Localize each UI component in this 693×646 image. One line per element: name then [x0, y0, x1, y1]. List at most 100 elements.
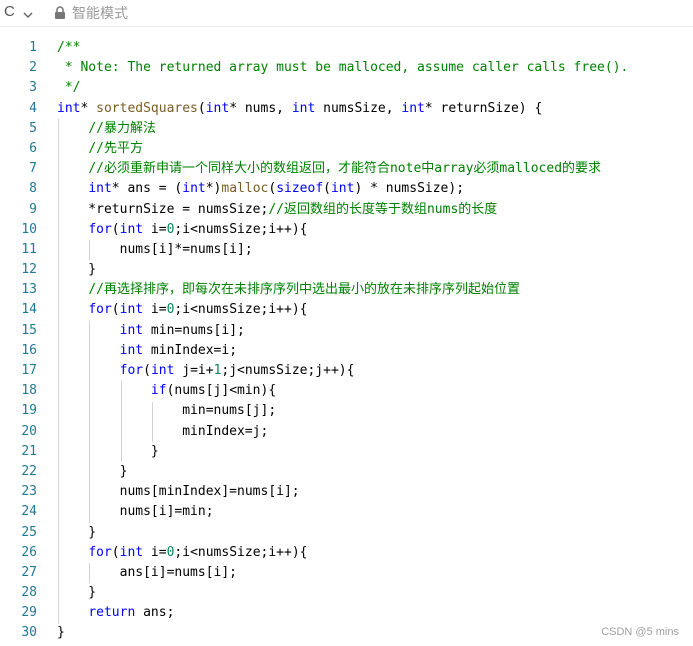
code-token: //暴力解法: [88, 120, 156, 136]
line-number: 28: [21, 585, 37, 601]
line-number: 22: [21, 463, 37, 479]
code-line[interactable]: 6 //先平方: [0, 139, 693, 159]
code-text: * Note: The returned array must be mallo…: [57, 58, 629, 78]
code-token: return: [88, 605, 136, 621]
code-line[interactable]: 23 nums[minIndex]=nums[i];: [0, 482, 693, 502]
language-selector[interactable]: C: [4, 3, 15, 20]
line-number: 24: [21, 504, 37, 520]
code-line[interactable]: 1 /**: [0, 38, 693, 58]
code-token: nums[i]*=nums[i];: [57, 241, 253, 257]
code-token: sizeof: [276, 181, 324, 197]
code-token: int: [119, 342, 144, 358]
code-line[interactable]: 21 }: [0, 442, 693, 462]
code-line[interactable]: 4 int* sortedSquares(int* nums, int numsS…: [0, 99, 693, 119]
code-token: sortedSquares: [96, 100, 198, 116]
code-text: }: [57, 523, 96, 543]
code-line[interactable]: 29 return ans;: [0, 603, 693, 623]
code-token: (: [111, 544, 120, 560]
code-token: * Note: The returned array must be mallo…: [57, 60, 629, 76]
code-line[interactable]: 27 ans[i]=nums[i];: [0, 563, 693, 583]
code-line[interactable]: 7 //必须重新申请一个同样大小的数组返回，才能符合note中array必须ma…: [0, 159, 693, 179]
code-token: min=nums[i];: [143, 322, 245, 338]
line-number: 25: [21, 524, 37, 540]
code-token: i=: [143, 302, 167, 318]
code-text: /**: [57, 38, 80, 58]
code-line[interactable]: 17 for(int j=i+1;j<numsSize;j++){: [0, 361, 693, 381]
code-line[interactable]: 14 for(int i=0;i<numsSize;i++){: [0, 300, 693, 320]
line-number: 27: [21, 564, 37, 580]
code-text: int min=nums[i];: [57, 321, 245, 341]
code-text: }: [57, 260, 96, 280]
code-token: (: [323, 181, 331, 197]
code-line[interactable]: 24 nums[i]=min;: [0, 502, 693, 522]
code-token: for: [88, 544, 112, 560]
code-token: (: [197, 100, 206, 116]
code-line[interactable]: 26 for(int i=0;i<numsSize;i++){: [0, 543, 693, 563]
code-line[interactable]: 18 if(nums[j]<min){: [0, 381, 693, 401]
code-token: malloc: [221, 181, 269, 197]
code-text: for(int i=0;i<numsSize;i++){: [57, 300, 307, 320]
code-text: }: [57, 583, 96, 603]
line-number: 20: [21, 423, 37, 439]
code-line[interactable]: 8 int* ans = (int*)malloc(sizeof(int) * …: [0, 179, 693, 199]
code-text: int* ans = (int*)malloc(sizeof(int) * nu…: [57, 179, 464, 199]
code-text: nums[minIndex]=nums[i];: [57, 482, 300, 502]
line-number: 30: [21, 625, 37, 641]
code-line[interactable]: 20 minIndex=j;: [0, 422, 693, 442]
code-text: int* sortedSquares(int* nums, int numsSi…: [57, 99, 542, 119]
code-line[interactable]: 28 }: [0, 583, 693, 603]
code-token: }: [57, 463, 128, 479]
code-line[interactable]: 5 //暴力解法: [0, 119, 693, 139]
code-line[interactable]: 30}: [0, 623, 693, 643]
code-line[interactable]: 2 * Note: The returned array must be mal…: [0, 58, 693, 78]
code-token: ;j<numsSize;j++){: [221, 363, 355, 378]
line-number: 16: [21, 342, 37, 358]
code-token: int: [182, 181, 206, 197]
code-line[interactable]: 25 }: [0, 523, 693, 543]
code-token: for: [88, 302, 112, 318]
code-token: //再选择排序，即每次在未排序序列中选出最小的放在未排序序列起始位置: [88, 282, 520, 298]
line-number: 15: [21, 322, 37, 338]
line-number: 9: [29, 201, 37, 217]
code-token: for: [119, 363, 144, 378]
line-number: 3: [29, 80, 37, 96]
line-number: 11: [21, 241, 37, 257]
code-text: for(int j=i+1;j<numsSize;j++){: [57, 361, 355, 381]
line-number: 21: [21, 443, 37, 459]
code-token: (nums[j]<min){: [166, 383, 277, 399]
indent-guide: [89, 563, 91, 584]
code-text: */: [57, 78, 81, 98]
code-line[interactable]: 3 */: [0, 78, 693, 98]
line-number: 29: [21, 605, 37, 621]
code-token: if: [150, 383, 167, 399]
code-line[interactable]: 22 }: [0, 462, 693, 482]
line-number: 7: [29, 161, 37, 177]
code-text: int minIndex=i;: [57, 341, 237, 361]
code-line[interactable]: 19 min=nums[j];: [0, 401, 693, 421]
code-token: }: [57, 524, 97, 540]
code-token: i=: [143, 544, 167, 560]
code-line[interactable]: 15 int min=nums[i];: [0, 321, 693, 341]
code-line[interactable]: 9 *returnSize = numsSize;//返回数组的长度等于数组nu…: [0, 200, 693, 220]
code-line[interactable]: 12 }: [0, 260, 693, 280]
code-text: for(int i=0;i<numsSize;i++){: [57, 543, 307, 563]
code-line[interactable]: 16 int minIndex=i;: [0, 341, 693, 361]
code-line[interactable]: 11 nums[i]*=nums[i];: [0, 240, 693, 260]
code-token: * ans = (: [111, 181, 183, 197]
code-line[interactable]: 13 //再选择排序，即每次在未排序序列中选出最小的放在未排序序列起始位置: [0, 280, 693, 300]
code-token: */: [57, 80, 81, 96]
code-token: j=i+: [174, 363, 214, 378]
line-number: 18: [21, 383, 37, 399]
code-token: * returnSize) {: [424, 100, 543, 116]
code-editor[interactable]: 1 /** 2 * Note: The returned array must be…: [0, 38, 693, 644]
code-line[interactable]: 10 for(int i=0;i<numsSize;i++){: [0, 220, 693, 240]
chevron-down-icon[interactable]: [22, 6, 34, 25]
code-token: /**: [57, 40, 81, 55]
code-token: int: [150, 363, 175, 378]
code-text: }: [57, 462, 128, 482]
mode-label[interactable]: 智能模式: [72, 3, 128, 23]
